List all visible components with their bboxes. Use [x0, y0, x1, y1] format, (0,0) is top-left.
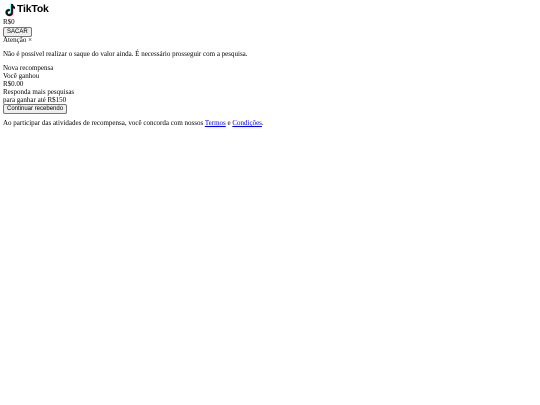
brand-header: TikTok [3, 3, 537, 17]
reward-earned-label: Você ganhou [3, 72, 40, 81]
reward-earned-amount: R$0.00 [3, 79, 24, 88]
reward-prompt-line1: Responda mais pesquisas [3, 87, 75, 96]
close-icon[interactable]: × [28, 36, 32, 44]
terms-link[interactable]: Termos [205, 119, 226, 127]
terms-notice-text: Ao participar das atividades de recompen… [3, 119, 204, 128]
alert-header: Atenção × [3, 35, 537, 45]
reward-prompt-line2: para ganhar até R$150 [3, 95, 67, 104]
terms-period: . [261, 119, 264, 128]
terms-notice: Ao participar das atividades de recompen… [3, 119, 537, 128]
continue-button[interactable]: Continuar recebendo [3, 104, 68, 115]
conditions-link[interactable]: Condições [232, 119, 262, 127]
alert-message: Não é possível realizar o saque do valor… [3, 49, 248, 58]
brand-name: TikTok [17, 3, 49, 16]
withdraw-row: SACAR [3, 26, 537, 37]
continue-row: Continuar recebendo [3, 104, 537, 115]
page-container: TikTok R$0 SACAR Atenção × Não é possíve… [0, 0, 540, 128]
balance-amount: R$0 [3, 18, 15, 26]
terms-conjunction: e [227, 119, 231, 128]
reward-heading: Nova recompensa [3, 64, 54, 73]
alert-title: Atenção [3, 35, 27, 44]
tiktok-note-icon [3, 3, 15, 17]
